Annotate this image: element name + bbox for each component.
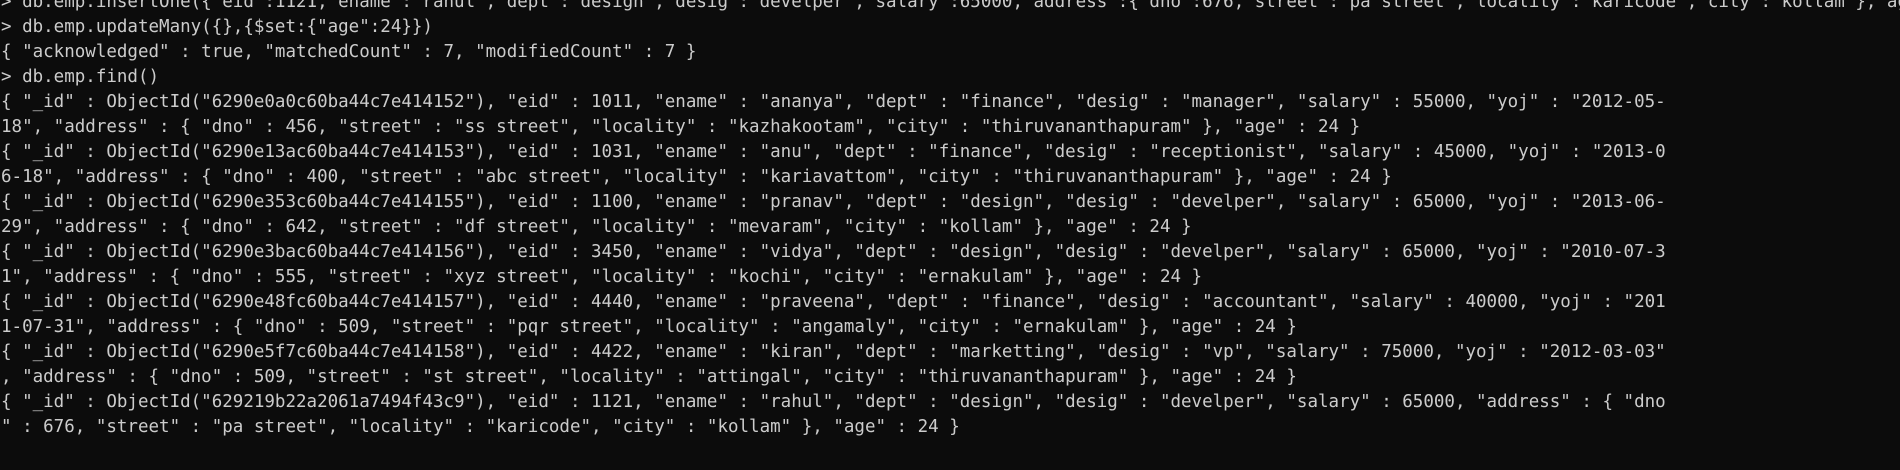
terminal-window[interactable]: > db.emp.insertOne({"eid":1121,"ename":"… (0, 0, 1900, 470)
terminal-line: { "_id" : ObjectId("6290e5f7c60ba44c7e41… (1, 342, 1666, 362)
terminal-line: { "_id" : ObjectId("6290e0a0c60ba44c7e41… (1, 92, 1666, 112)
terminal-line: 6-18", "address" : { "dno" : 400, "stree… (1, 167, 1392, 187)
terminal-output: > db.emp.insertOne({"eid":1121,"ename":"… (0, 0, 1900, 470)
terminal-line: { "acknowledged" : true, "matchedCount" … (1, 42, 697, 62)
terminal-line: { "_id" : ObjectId("6290e3bac60ba44c7e41… (1, 242, 1666, 262)
command-prompt-line[interactable]: > (0, 465, 1900, 470)
terminal-line: 1", "address" : { "dno" : 555, "street" … (1, 267, 1203, 287)
terminal-line: > db.emp.updateMany({},{$set:{"age":24}}… (1, 17, 433, 37)
terminal-line: > db.emp.find() (1, 67, 160, 87)
terminal-line: { "_id" : ObjectId("6290e13ac60ba44c7e41… (1, 142, 1666, 162)
terminal-line: { "_id" : ObjectId("629219b22a2061a7494f… (1, 392, 1666, 412)
terminal-line: { "_id" : ObjectId("6290e353c60ba44c7e41… (1, 192, 1666, 212)
prompt-symbol: > (1, 465, 12, 470)
terminal-line: > db.emp.insertOne({"eid":1121,"ename":"… (1, 0, 1900, 12)
terminal-line: 1-07-31", "address" : { "dno" : 509, "st… (1, 317, 1297, 337)
terminal-line: " : 676, "street" : "pa street", "locali… (1, 417, 960, 437)
terminal-line: 18", "address" : { "dno" : 456, "street"… (1, 117, 1361, 137)
terminal-line: 29", "address" : { "dno" : 642, "street"… (1, 217, 1192, 237)
terminal-line: { "_id" : ObjectId("6290e48fc60ba44c7e41… (1, 292, 1666, 312)
terminal-line: , "address" : { "dno" : 509, "street" : … (1, 367, 1297, 387)
